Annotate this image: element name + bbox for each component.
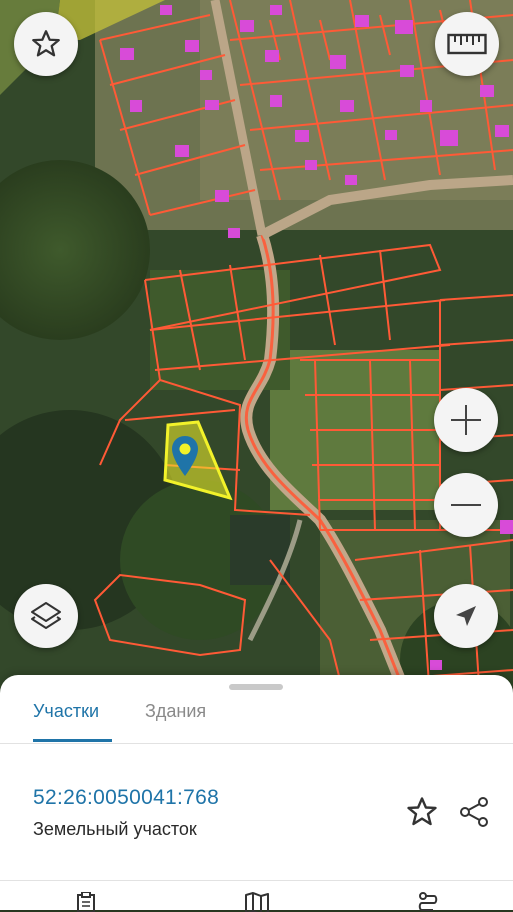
my-location-button[interactable] [434,584,498,648]
parcel-info-sheet: Участки Здания 52:26:0050041:768 Земельн… [0,675,513,912]
add-favorite-button[interactable] [404,794,440,830]
ruler-button[interactable] [435,12,499,76]
plus-icon [451,405,481,435]
share-icon [460,797,488,827]
layers-button[interactable] [14,584,78,648]
tab-parcels[interactable]: Участки [33,701,99,722]
zoom-in-button[interactable] [434,388,498,452]
map-view[interactable] [0,0,513,720]
sheet-drag-handle[interactable] [229,684,283,690]
zoom-out-button[interactable] [434,473,498,537]
map-icon[interactable] [244,892,270,912]
satellite-map[interactable] [0,0,513,720]
navigation-arrow-icon [456,606,476,626]
tab-buildings[interactable]: Здания [145,701,206,722]
tabs-divider [0,743,513,744]
route-icon[interactable] [415,892,441,912]
parcel-type-label: Земельный участок [33,819,197,839]
bottom-nav-divider [0,880,513,881]
location-pin-icon[interactable] [170,434,200,478]
layers-icon [31,602,61,629]
favorites-button[interactable] [14,12,78,76]
active-tab-indicator [33,739,112,742]
share-button[interactable] [456,794,492,830]
parcel-cadastral-number[interactable]: 52:26:0050041:768 [33,786,219,810]
ruler-icon [447,33,487,55]
minus-icon [451,504,481,506]
star-icon [407,797,437,826]
clipboard-icon[interactable] [73,892,99,912]
star-icon [32,30,60,57]
